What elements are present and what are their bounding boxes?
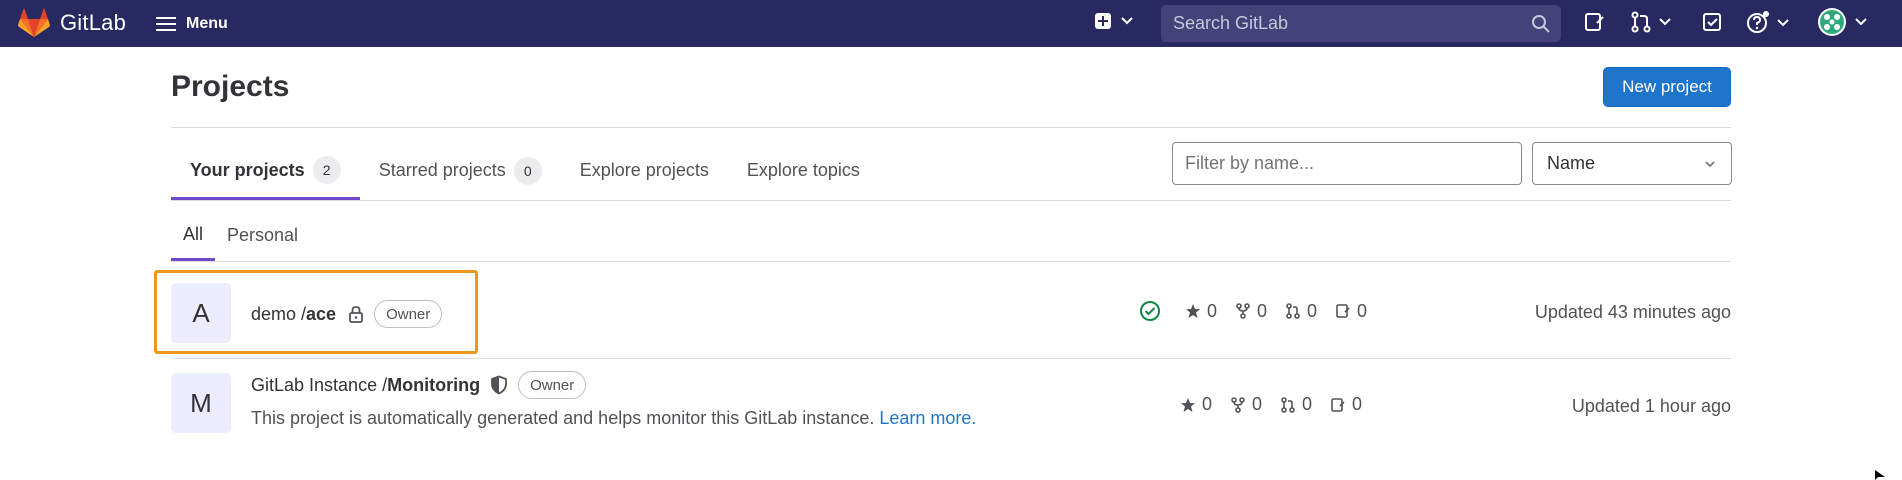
chevron-down-icon: [1121, 17, 1133, 25]
project-filter-tabs: All Personal: [171, 210, 310, 261]
forks-count[interactable]: 0: [1230, 394, 1262, 415]
issues-icon: [1336, 304, 1350, 318]
forks-count[interactable]: 0: [1235, 301, 1267, 322]
shield-icon: [491, 375, 507, 395]
help-nav-button[interactable]: [1746, 11, 1790, 35]
role-badge: Owner: [518, 371, 587, 399]
issues-count[interactable]: 0: [1330, 394, 1362, 415]
star-icon: [1181, 397, 1195, 412]
description-text: This project is automatically generated …: [251, 408, 875, 428]
updated-time: Updated 43 minutes ago: [1534, 302, 1731, 322]
tab-label: Explore topics: [746, 160, 860, 180]
project-name-link[interactable]: ace: [306, 304, 336, 325]
project-avatar[interactable]: M: [171, 373, 231, 433]
tab-explore-topics[interactable]: Explore topics: [728, 143, 879, 198]
logo-text: GitLab: [60, 10, 127, 35]
fork-icon: [1236, 303, 1250, 319]
merge-request-icon: [1286, 303, 1300, 319]
stars-value: 0: [1207, 300, 1218, 321]
issues-count[interactable]: 0: [1335, 301, 1367, 322]
new-project-button[interactable]: New project: [1603, 67, 1731, 107]
lock-icon: [349, 306, 363, 323]
tab-count-badge: 2: [312, 156, 341, 184]
merge-requests-value: 0: [1302, 394, 1313, 414]
chevron-down-icon: [1777, 19, 1789, 27]
project-name-link[interactable]: Monitoring: [387, 375, 480, 396]
sort-dropdown[interactable]: Name: [1532, 142, 1732, 185]
stars-count[interactable]: 0: [1185, 301, 1217, 322]
tab-label: Your projects: [190, 159, 305, 180]
search-input[interactable]: [1173, 13, 1513, 34]
project-namespace[interactable]: GitLab Instance /: [251, 375, 387, 396]
project-title: demo / ace Owner: [251, 300, 443, 328]
plus-square-icon: [1095, 13, 1111, 29]
learn-more-link[interactable]: Learn more.: [879, 408, 976, 428]
sort-value: Name: [1547, 153, 1596, 173]
merge-requests-count[interactable]: 0: [1280, 394, 1312, 415]
todo-check-icon: [1703, 13, 1721, 31]
tab-starred-projects[interactable]: Starred projects 0: [360, 143, 561, 198]
issues-icon: [1585, 13, 1604, 31]
issues-value: 0: [1357, 300, 1368, 321]
fork-icon: [1231, 396, 1245, 413]
subtab-all[interactable]: All: [171, 210, 216, 261]
gitlab-logo[interactable]: GitLab: [18, 8, 126, 38]
subtab-personal[interactable]: Personal: [215, 210, 310, 261]
hamburger-icon: [156, 17, 176, 31]
merge-requests-nav-button[interactable]: [1630, 11, 1672, 33]
updated-time: Updated 1 hour ago: [1571, 396, 1731, 416]
project-namespace[interactable]: demo /: [251, 304, 306, 325]
tanuki-icon: [18, 8, 50, 37]
role-badge: Owner: [374, 300, 443, 328]
search-icon: [1532, 15, 1550, 33]
menu-label: Menu: [186, 15, 228, 32]
chevron-down-icon: [1855, 18, 1867, 26]
tab-label: Starred projects: [378, 160, 506, 180]
project-row: A demo / ace Owner 0 0 0 0 Updated 43 mi…: [171, 262, 1731, 358]
project-stats: 0 0 0 0: [1139, 300, 1385, 322]
project-row: M GitLab Instance / Monitoring Owner Thi…: [171, 359, 1731, 449]
tab-explore-projects[interactable]: Explore projects: [561, 143, 728, 198]
divider: [171, 200, 1731, 201]
tab-count-badge: 0: [513, 156, 542, 185]
stars-value: 0: [1202, 394, 1213, 414]
user-menu-button[interactable]: [1818, 8, 1868, 36]
page-title: Projects: [171, 70, 290, 103]
merge-request-icon: [1281, 396, 1295, 413]
avatar: [1818, 8, 1846, 36]
issues-value: 0: [1352, 394, 1363, 414]
pipeline-status[interactable]: [1139, 300, 1167, 322]
tab-label: Explore projects: [579, 160, 709, 180]
filter-by-name-input[interactable]: [1172, 142, 1522, 185]
new-dropdown-button[interactable]: [1094, 12, 1134, 30]
menu-button[interactable]: Menu: [156, 10, 228, 38]
issues-icon: [1331, 397, 1345, 412]
project-tabs: Your projects 2 Starred projects 0 Explo…: [171, 143, 879, 200]
tab-your-projects[interactable]: Your projects 2: [171, 143, 360, 200]
divider: [171, 127, 1731, 128]
chevron-down-icon: [1659, 18, 1671, 26]
project-stats: 0 0 0 0: [1180, 394, 1380, 415]
issues-nav-button[interactable]: [1583, 11, 1605, 33]
project-description: This project is automatically generated …: [251, 408, 976, 429]
chevron-down-icon: [1705, 161, 1715, 168]
search-box[interactable]: [1161, 5, 1561, 42]
mouse-cursor-icon: [1875, 470, 1885, 480]
star-icon: [1186, 304, 1200, 318]
stars-count[interactable]: 0: [1180, 394, 1212, 415]
top-navbar: GitLab Menu: [0, 0, 1902, 47]
forks-value: 0: [1252, 394, 1263, 414]
project-avatar[interactable]: A: [171, 283, 231, 343]
forks-value: 0: [1257, 300, 1268, 321]
status-success-icon: [1140, 301, 1160, 321]
merge-requests-count[interactable]: 0: [1285, 301, 1317, 322]
merge-request-icon: [1631, 11, 1651, 33]
project-title: GitLab Instance / Monitoring Owner: [251, 371, 587, 399]
help-icon: [1747, 11, 1769, 33]
merge-requests-value: 0: [1307, 300, 1318, 321]
todos-nav-button[interactable]: [1701, 11, 1723, 33]
